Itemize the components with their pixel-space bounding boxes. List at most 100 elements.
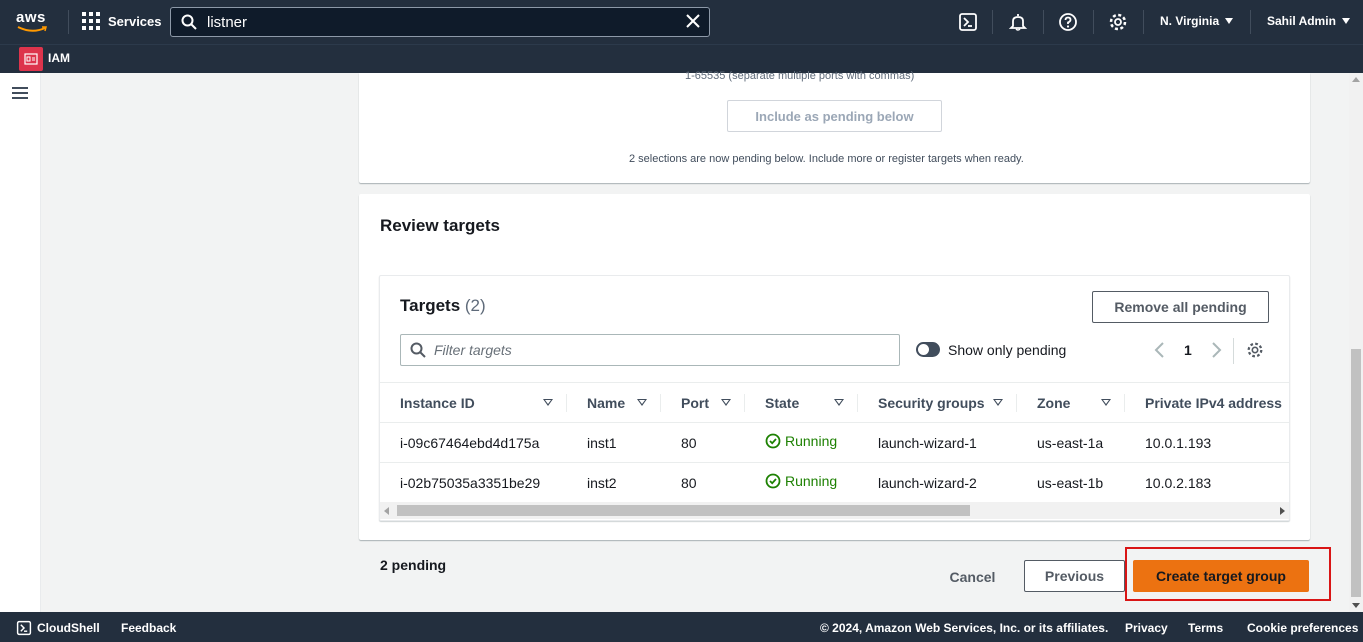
aws-logo-text: aws	[16, 9, 46, 26]
gear-icon[interactable]	[1108, 12, 1128, 32]
privacy-link[interactable]: Privacy	[1125, 621, 1168, 635]
cloudshell-icon[interactable]	[958, 12, 978, 32]
targets-table: Instance ID Name Port State Security gro…	[380, 382, 1289, 503]
nav-divider	[1093, 10, 1094, 34]
zone-cell: us-east-1a	[1017, 422, 1125, 463]
state-label: Running	[785, 473, 838, 489]
column-label: State	[765, 394, 800, 411]
ports-hint: 1-65535 (separate multiple ports with co…	[685, 70, 915, 82]
chevron-left-icon[interactable]	[1152, 341, 1168, 359]
column-header-zone[interactable]: Zone	[1017, 382, 1125, 423]
state-cell: Running	[745, 462, 858, 503]
iam-service-icon[interactable]	[19, 47, 43, 71]
show-only-pending-toggle[interactable]	[916, 342, 940, 357]
chevron-right-icon[interactable]	[1208, 341, 1224, 359]
scroll-down-icon[interactable]	[1352, 603, 1360, 608]
column-header-port[interactable]: Port	[661, 382, 745, 423]
user-label: Sahil Admin	[1267, 14, 1336, 28]
bell-icon[interactable]	[1008, 12, 1028, 32]
top-navigation: aws Services listner N. Virginia Sahil A…	[0, 0, 1363, 44]
column-label: Port	[681, 394, 709, 411]
scrollbar-thumb[interactable]	[1351, 349, 1361, 597]
scroll-left-icon[interactable]	[384, 507, 389, 515]
page-number[interactable]: 1	[1184, 342, 1192, 358]
services-menu-button[interactable]: Services	[82, 12, 162, 30]
security-group-cell: launch-wizard-2	[858, 462, 1017, 503]
table-row: i-09c67464ebd4d175a inst1 80 Running lau…	[380, 422, 1289, 463]
targets-count: (2)	[464, 296, 486, 315]
vertical-scrollbar[interactable]	[1349, 73, 1363, 612]
terms-link[interactable]: Terms	[1188, 621, 1223, 635]
search-value: listner	[207, 13, 248, 31]
cloudshell-link[interactable]: CloudShell	[16, 620, 100, 636]
side-navigation-rail	[0, 73, 41, 612]
clear-search-icon[interactable]	[685, 13, 701, 29]
settings-gear-icon[interactable]	[1246, 341, 1264, 359]
horizontal-scrollbar[interactable]	[380, 502, 1289, 519]
services-label: Services	[108, 13, 162, 29]
scrollbar-thumb[interactable]	[397, 505, 970, 516]
search-input[interactable]: listner	[170, 7, 710, 37]
copyright-text: © 2024, Amazon Web Services, Inc. or its…	[820, 621, 1109, 635]
targets-table-container: Targets (2) Remove all pending Filter ta…	[379, 275, 1290, 521]
check-circle-icon	[765, 473, 781, 489]
help-icon[interactable]	[1058, 12, 1078, 32]
aws-logo[interactable]: aws	[16, 9, 52, 35]
pagination-divider	[1233, 338, 1234, 364]
sort-icon	[543, 399, 553, 406]
private-ip-cell: 10.0.1.193	[1125, 422, 1289, 463]
iam-service-link[interactable]: IAM	[48, 51, 70, 65]
check-circle-icon	[765, 433, 781, 449]
name-cell: inst2	[567, 462, 661, 503]
filter-targets-input[interactable]: Filter targets	[400, 334, 900, 366]
sort-icon	[834, 399, 844, 406]
previous-button[interactable]: Previous	[1024, 560, 1125, 592]
sort-icon	[721, 399, 731, 406]
nav-divider	[992, 10, 993, 34]
section-title: Review targets	[380, 216, 500, 235]
zone-cell: us-east-1b	[1017, 462, 1125, 503]
nav-divider	[1250, 10, 1251, 34]
state-label: Running	[785, 433, 838, 449]
targets-title: Targets	[400, 296, 461, 315]
port-cell: 80	[661, 462, 745, 503]
aws-smile-icon	[17, 26, 47, 32]
region-selector[interactable]: N. Virginia	[1160, 14, 1234, 28]
column-label: Instance ID	[400, 394, 475, 411]
scroll-up-icon[interactable]	[1352, 77, 1360, 82]
sort-icon	[637, 399, 647, 406]
feedback-link[interactable]: Feedback	[121, 621, 176, 635]
status-running: Running	[765, 473, 837, 489]
account-menu[interactable]: Sahil Admin	[1267, 14, 1350, 28]
column-header-state[interactable]: State	[745, 382, 858, 423]
caret-down-icon	[1225, 18, 1234, 24]
grid-icon	[82, 12, 100, 30]
column-header-name[interactable]: Name	[567, 382, 661, 423]
table-row: i-02b75035a3351be29 inst2 80 Running lau…	[380, 462, 1289, 503]
cancel-button[interactable]: Cancel	[935, 562, 1010, 592]
pending-selections-note: 2 selections are now pending below. Incl…	[629, 153, 1024, 165]
port-cell: 80	[661, 422, 745, 463]
remove-all-pending-button[interactable]: Remove all pending	[1092, 291, 1269, 323]
instance-id-cell: i-02b75035a3351be29	[380, 462, 567, 503]
filter-placeholder: Filter targets	[434, 342, 512, 358]
menu-icon[interactable]	[12, 87, 28, 99]
cookie-preferences-link[interactable]: Cookie preferences	[1247, 621, 1358, 635]
register-targets-card: 1-65535 (separate multiple ports with co…	[359, 70, 1310, 183]
pending-count: 2 pending	[380, 557, 447, 573]
column-header-private-ipv4[interactable]: Private IPv4 address	[1125, 382, 1289, 423]
column-label: Name	[587, 394, 626, 411]
toggle-knob	[918, 344, 929, 355]
column-header-instance-id[interactable]: Instance ID	[380, 382, 567, 423]
name-cell: inst1	[567, 422, 661, 463]
scroll-right-icon[interactable]	[1280, 507, 1285, 515]
column-header-security-groups[interactable]: Security groups	[858, 382, 1017, 423]
create-target-group-button[interactable]: Create target group	[1133, 560, 1309, 592]
search-icon	[181, 14, 197, 30]
column-label: Zone	[1037, 394, 1071, 411]
column-label: Security groups	[878, 394, 985, 411]
search-icon	[410, 342, 426, 358]
nav-divider	[1143, 10, 1144, 34]
include-as-pending-button[interactable]: Include as pending below	[727, 100, 942, 132]
nav-divider	[68, 10, 69, 34]
